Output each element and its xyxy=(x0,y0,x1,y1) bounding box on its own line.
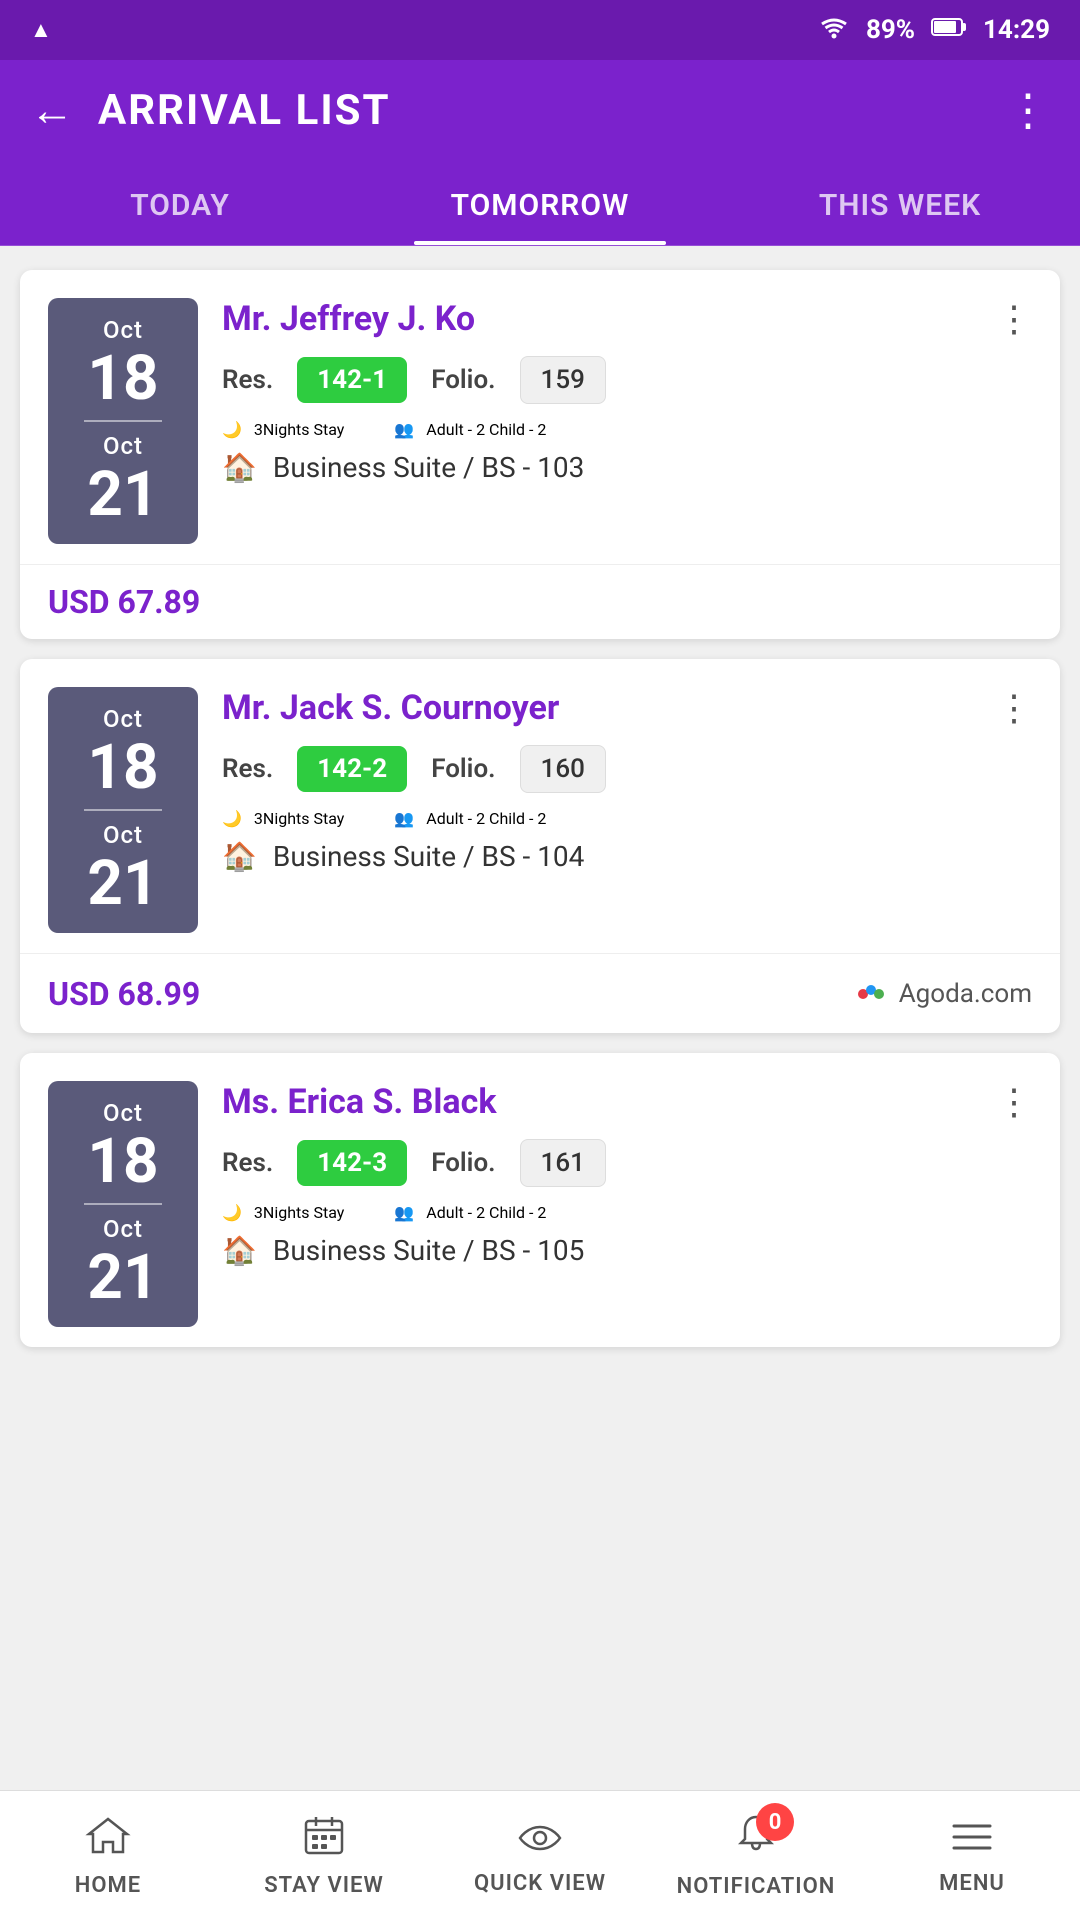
date-divider-2 xyxy=(84,809,162,811)
status-right: 89% 14:29 xyxy=(818,14,1050,47)
nights-3: 3Nights Stay xyxy=(254,1203,344,1222)
stayview-label: STAY VIEW xyxy=(264,1873,384,1898)
checkin-day-2: 18 xyxy=(87,737,158,799)
quickview-label: QUICK VIEW xyxy=(474,1871,606,1896)
card-menu-button-2[interactable]: ⋮ xyxy=(996,687,1032,729)
res-number-2: 142-2 xyxy=(297,746,407,792)
price-1: USD 67.89 xyxy=(48,583,200,621)
nav-menu[interactable]: MENU xyxy=(864,1791,1080,1920)
nights-2: 3Nights Stay xyxy=(254,809,344,828)
checkout-day-1: 21 xyxy=(87,464,158,526)
arrival-card-2: Oct 18 Oct 21 Mr. Jack S. Cournoyer ⋮ Re… xyxy=(20,659,1060,1033)
guests-2: Adult - 2 Child - 2 xyxy=(426,809,546,828)
checkout-day-3: 21 xyxy=(87,1247,158,1309)
checkin-month-1: Oct xyxy=(103,316,143,344)
date-divider-1 xyxy=(84,420,162,422)
moon-icon-1: 🌙 xyxy=(222,420,242,439)
home-icon xyxy=(85,1814,131,1867)
checkout-day-2: 21 xyxy=(87,853,158,915)
price-2: USD 68.99 xyxy=(48,975,200,1013)
guests-icon-2: 👥 xyxy=(394,809,414,828)
tab-tomorrow[interactable]: TOMORROW xyxy=(360,160,720,245)
guests-1: Adult - 2 Child - 2 xyxy=(426,420,546,439)
page-title: ARRIVAL LIST xyxy=(98,86,1006,135)
folio-label-1: Folio. xyxy=(431,365,495,395)
folio-number-3: 161 xyxy=(520,1139,606,1187)
nights-1: 3Nights Stay xyxy=(254,420,344,439)
guests-icon-1: 👥 xyxy=(394,420,414,439)
room-2: Business Suite / BS - 104 xyxy=(273,840,585,873)
back-button[interactable]: ← xyxy=(30,84,74,136)
nav-quickview[interactable]: QUICK VIEW xyxy=(432,1791,648,1920)
room-icon-1: 🏠 xyxy=(222,451,257,484)
battery-icon xyxy=(931,15,967,45)
tab-bar: TODAY TOMORROW THIS WEEK xyxy=(0,160,1080,246)
checkin-month-3: Oct xyxy=(103,1099,143,1127)
checkin-month-2: Oct xyxy=(103,705,143,733)
guest-name-3: Ms. Erica S. Black xyxy=(222,1082,497,1122)
arrival-card-3: Oct 18 Oct 21 Ms. Erica S. Black ⋮ Res. … xyxy=(20,1053,1060,1347)
card-info-3: Ms. Erica S. Black ⋮ Res. 142-3 Folio. 1… xyxy=(222,1081,1032,1279)
date-badge-1: Oct 18 Oct 21 xyxy=(48,298,198,544)
arrival-list: Oct 18 Oct 21 Mr. Jeffrey J. Ko ⋮ Res. 1… xyxy=(0,246,1080,1507)
checkout-month-2: Oct xyxy=(103,821,143,849)
signal-icon: ▲ xyxy=(30,17,52,43)
folio-number-1: 159 xyxy=(520,356,606,404)
agoda-icon xyxy=(853,972,889,1015)
notification-badge: 0 xyxy=(756,1803,794,1841)
nav-home[interactable]: HOME xyxy=(0,1791,216,1920)
header: ← ARRIVAL LIST ⋮ xyxy=(0,60,1080,160)
source-2: Agoda.com xyxy=(853,972,1032,1015)
more-options-button[interactable]: ⋮ xyxy=(1006,84,1050,136)
guests-3: Adult - 2 Child - 2 xyxy=(426,1203,546,1222)
res-label-2: Res. xyxy=(222,754,273,784)
date-badge-3: Oct 18 Oct 21 xyxy=(48,1081,198,1327)
guests-icon-3: 👥 xyxy=(394,1203,414,1222)
folio-label-3: Folio. xyxy=(431,1148,495,1178)
res-number-3: 142-3 xyxy=(297,1140,407,1186)
moon-icon-3: 🌙 xyxy=(222,1203,242,1222)
res-label-1: Res. xyxy=(222,365,273,395)
home-label: HOME xyxy=(75,1873,141,1898)
eye-icon xyxy=(517,1816,563,1865)
date-divider-3 xyxy=(84,1203,162,1205)
arrival-card-1: Oct 18 Oct 21 Mr. Jeffrey J. Ko ⋮ Res. 1… xyxy=(20,270,1060,639)
room-1: Business Suite / BS - 103 xyxy=(273,451,585,484)
moon-icon-2: 🌙 xyxy=(222,809,242,828)
card-footer-2: USD 68.99 Agoda.com xyxy=(20,953,1060,1033)
bottom-navigation: HOME STAY VIEW QUICK VIEW xyxy=(0,1790,1080,1920)
folio-number-2: 160 xyxy=(520,745,606,793)
checkin-day-3: 18 xyxy=(87,1131,158,1193)
res-number-1: 142-1 xyxy=(297,357,407,403)
guest-name-1: Mr. Jeffrey J. Ko xyxy=(222,299,475,339)
status-bar: ▲ 89% 14:29 xyxy=(0,0,1080,60)
tab-thisweek[interactable]: THIS WEEK xyxy=(720,160,1080,245)
battery-percentage: 89% xyxy=(866,15,915,45)
card-footer-1: USD 67.89 xyxy=(20,564,1060,639)
nav-notification[interactable]: 0 NOTIFICATION xyxy=(648,1791,864,1920)
room-3: Business Suite / BS - 105 xyxy=(273,1234,585,1267)
guest-name-2: Mr. Jack S. Cournoyer xyxy=(222,688,559,728)
menu-label: MENU xyxy=(939,1871,1005,1896)
checkin-day-1: 18 xyxy=(87,348,158,410)
card-menu-button-3[interactable]: ⋮ xyxy=(996,1081,1032,1123)
card-info-2: Mr. Jack S. Cournoyer ⋮ Res. 142-2 Folio… xyxy=(222,687,1032,885)
checkout-month-1: Oct xyxy=(103,432,143,460)
card-menu-button-1[interactable]: ⋮ xyxy=(996,298,1032,340)
res-label-3: Res. xyxy=(222,1148,273,1178)
tab-today[interactable]: TODAY xyxy=(0,160,360,245)
room-icon-3: 🏠 xyxy=(222,1234,257,1267)
notification-label: NOTIFICATION xyxy=(677,1874,836,1899)
menu-icon xyxy=(950,1816,994,1865)
agoda-label: Agoda.com xyxy=(899,979,1032,1009)
time-display: 14:29 xyxy=(983,15,1050,45)
folio-label-2: Folio. xyxy=(431,754,495,784)
card-info-1: Mr. Jeffrey J. Ko ⋮ Res. 142-1 Folio. 15… xyxy=(222,298,1032,496)
date-badge-2: Oct 18 Oct 21 xyxy=(48,687,198,933)
calendar-icon xyxy=(303,1814,345,1867)
wifi-icon xyxy=(818,14,850,47)
checkout-month-3: Oct xyxy=(103,1215,143,1243)
room-icon-2: 🏠 xyxy=(222,840,257,873)
nav-stayview[interactable]: STAY VIEW xyxy=(216,1791,432,1920)
